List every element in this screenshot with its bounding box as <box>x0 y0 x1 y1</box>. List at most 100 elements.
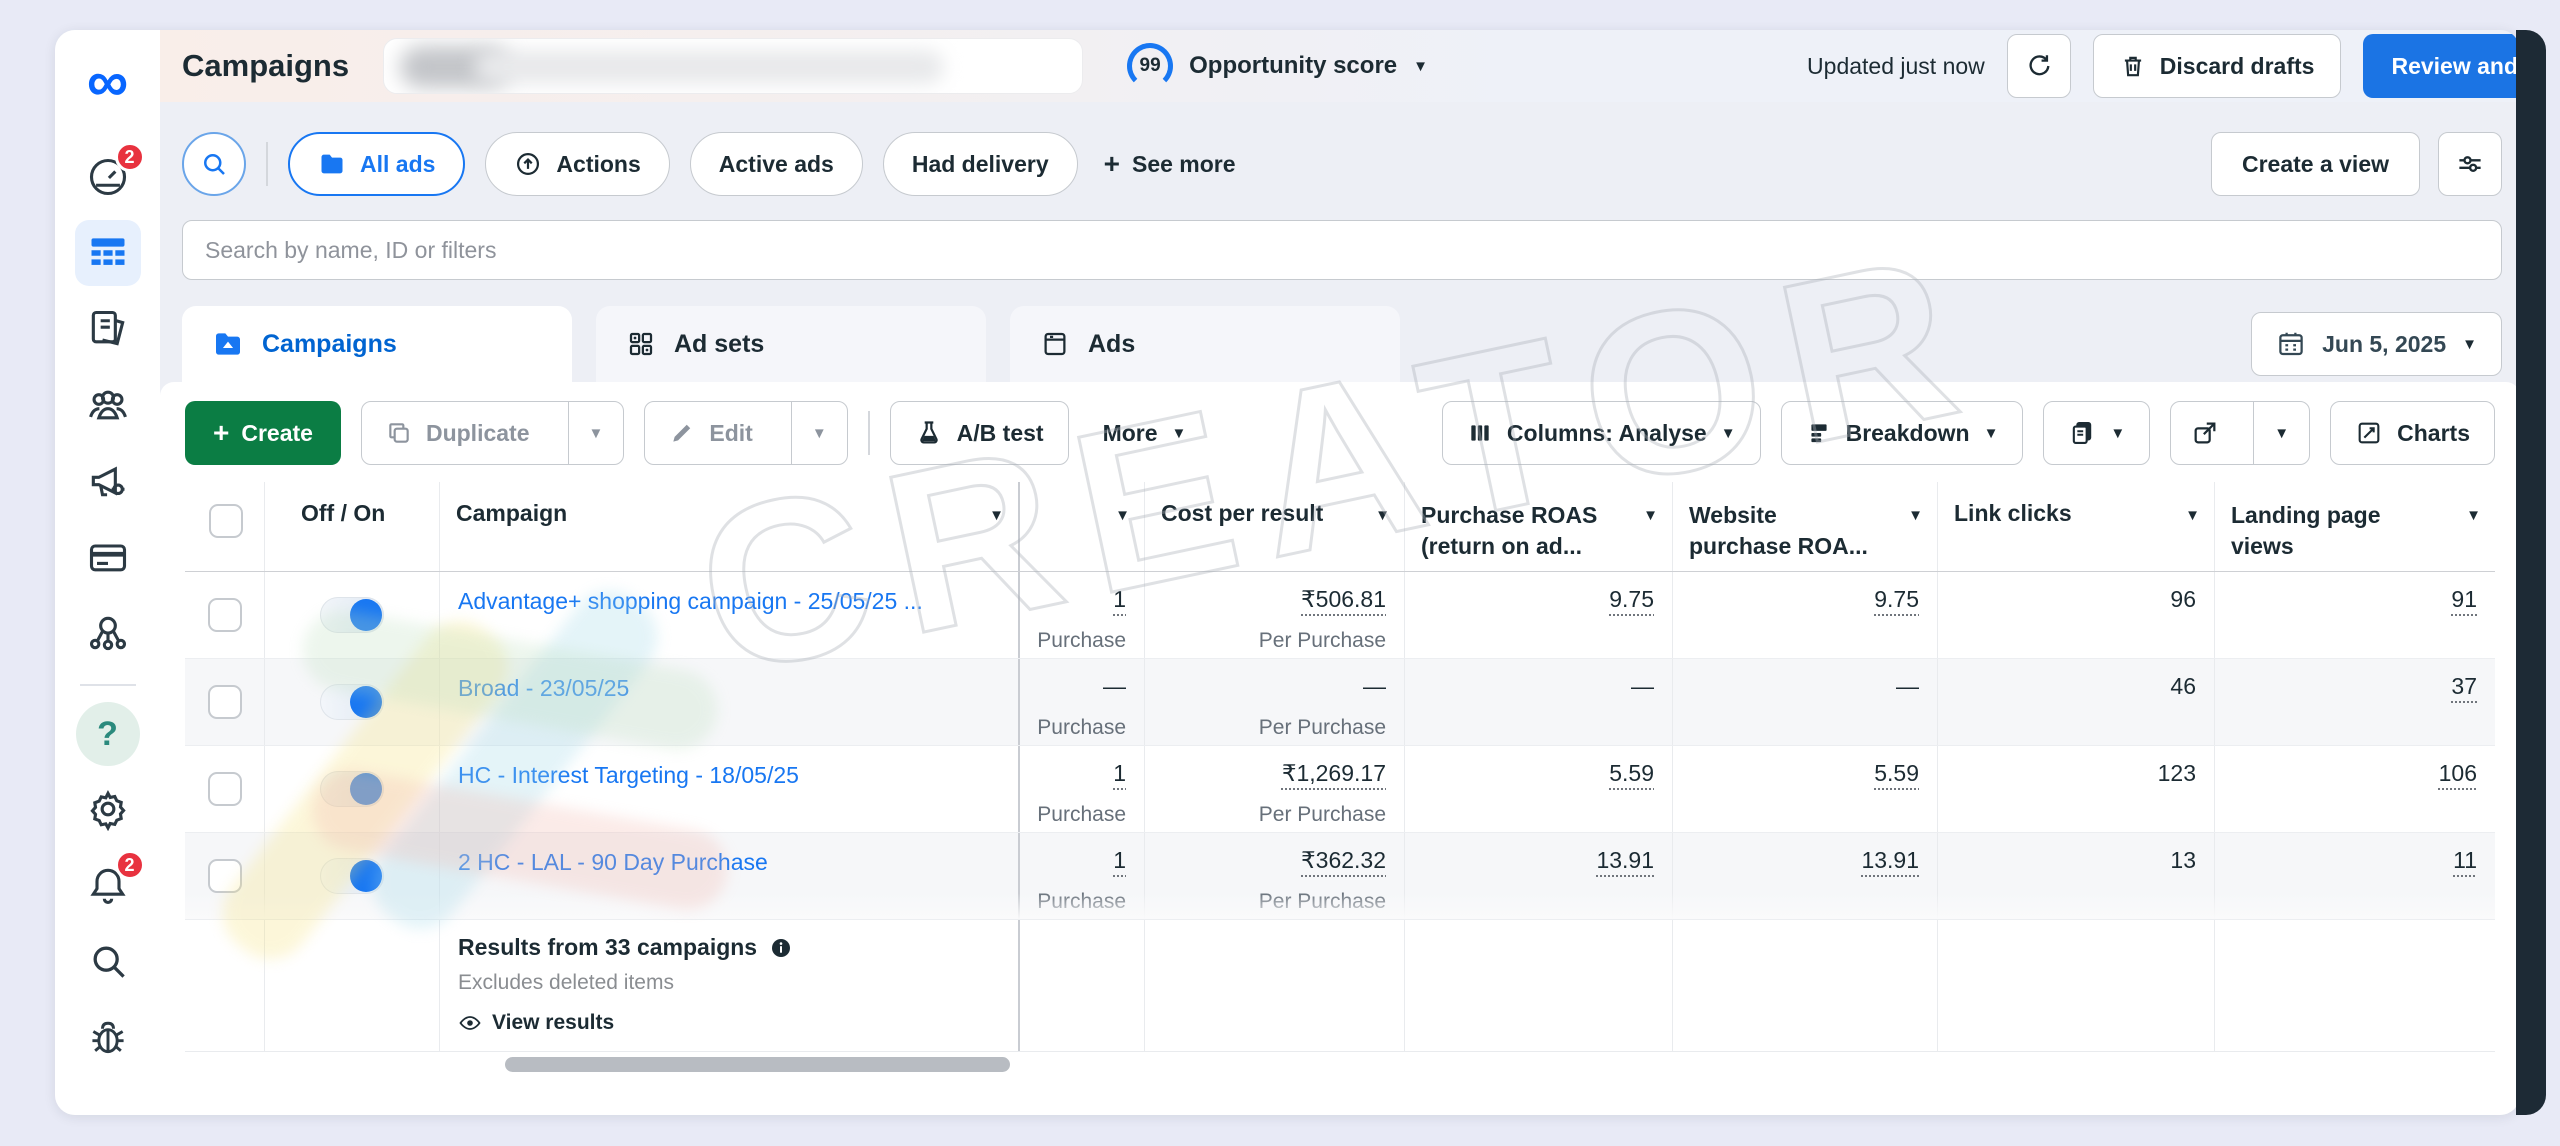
discard-drafts-button[interactable]: Discard drafts <box>2093 34 2342 98</box>
landing-page-views-value[interactable]: 106 <box>2439 760 2477 787</box>
results-value[interactable]: 1 <box>1113 760 1126 787</box>
row-checkbox[interactable] <box>208 685 242 719</box>
view-results-link[interactable]: View results <box>458 1011 1000 1035</box>
sidebar-item-help[interactable]: ? <box>76 702 140 766</box>
export-menu-button[interactable]: ▼ <box>2253 402 2309 464</box>
header-off-on[interactable]: Off / On <box>265 482 440 571</box>
campaign-link[interactable]: Advantage+ shopping campaign - 25/05/25 … <box>458 588 1000 615</box>
results-value[interactable]: 1 <box>1113 847 1126 874</box>
opportunity-score[interactable]: 99 Opportunity score ▼ <box>1127 43 1428 89</box>
cost-sub: Per Purchase <box>1149 890 1386 914</box>
header-label: views <box>2231 531 2381 562</box>
campaign-link[interactable]: 2 HC - LAL - 90 Day Purchase <box>458 849 1000 876</box>
plus-icon: + <box>1104 150 1120 178</box>
roas-value[interactable]: 5.59 <box>1609 760 1654 787</box>
row-checkbox[interactable] <box>208 859 242 893</box>
reports-button[interactable]: ▼ <box>2043 401 2150 465</box>
filter-pill-all-ads[interactable]: All ads <box>288 132 465 196</box>
question-mark-icon: ? <box>97 715 118 754</box>
tab-label: Ad sets <box>674 330 764 359</box>
landing-page-views-value[interactable]: 37 <box>2451 673 2477 700</box>
opportunity-score-label: Opportunity score <box>1189 52 1397 80</box>
sidebar-item-ads-reporting[interactable] <box>75 296 141 362</box>
export-button[interactable] <box>2171 402 2239 464</box>
roas-value[interactable]: 9.75 <box>1609 586 1654 613</box>
top-actions: Updated just now Discard drafts Review a… <box>1807 34 2520 98</box>
info-icon[interactable] <box>769 936 793 960</box>
results-value[interactable]: 1 <box>1113 586 1126 613</box>
campaign-toggle[interactable] <box>320 858 384 894</box>
landing-page-views-value[interactable]: 91 <box>2451 586 2477 613</box>
header-link-clicks[interactable]: Link clicks ▼ <box>1938 482 2215 571</box>
see-more-button[interactable]: + See more <box>1104 150 1236 178</box>
filter-pill-had-delivery[interactable]: Had delivery <box>883 132 1078 196</box>
duplicate-menu-button[interactable]: ▼ <box>568 402 624 464</box>
sidebar-item-settings[interactable] <box>75 776 141 842</box>
charts-button[interactable]: Charts <box>2330 401 2495 465</box>
cost-value[interactable]: ₹362.32 <box>1301 847 1386 874</box>
filter-pill-actions[interactable]: Actions <box>485 132 669 196</box>
sidebar-item-report-bug[interactable] <box>75 1004 141 1070</box>
select-all-checkbox[interactable] <box>209 504 243 538</box>
duplicate-button[interactable]: Duplicate <box>362 402 554 464</box>
sidebar-divider <box>80 684 136 686</box>
row-checkbox[interactable] <box>208 598 242 632</box>
grid-icon <box>626 329 656 359</box>
sidebar-item-audiences[interactable] <box>75 372 141 438</box>
sidebar-item-search[interactable] <box>75 928 141 994</box>
header-select-all <box>185 482 265 571</box>
meta-logo-icon[interactable]: ∞ <box>76 50 140 114</box>
sidebar-item-advertise[interactable] <box>75 448 141 514</box>
tab-ads[interactable]: Ads <box>1010 306 1400 382</box>
edit-button[interactable]: Edit <box>645 402 776 464</box>
sidebar-item-notifications[interactable]: 2 <box>75 852 141 918</box>
website-roas-value[interactable]: 5.59 <box>1874 760 1919 787</box>
filter-search-button[interactable] <box>182 132 246 196</box>
cost-value[interactable]: ₹506.81 <box>1301 586 1386 613</box>
tab-campaigns[interactable]: Campaigns <box>182 306 572 382</box>
campaign-toggle[interactable] <box>320 684 384 720</box>
view-settings-button[interactable] <box>2438 132 2502 196</box>
campaign-toggle[interactable] <box>320 597 384 633</box>
header-cost-per-result[interactable]: Cost per result ▼ <box>1145 482 1405 571</box>
breakdown-button[interactable]: Breakdown ▼ <box>1781 401 2024 465</box>
cost-value[interactable]: ₹1,269.17 <box>1282 760 1386 787</box>
sort-caret-icon: ▼ <box>2466 500 2481 523</box>
sidebar-item-billing[interactable] <box>75 524 141 590</box>
refresh-button[interactable] <box>2007 34 2071 98</box>
header-landing-page-views[interactable]: Landing page views ▼ <box>2215 482 2495 571</box>
create-button[interactable]: + Create <box>185 401 341 465</box>
header-purchase-roas[interactable]: Purchase ROAS (return on ad... ▼ <box>1405 482 1673 571</box>
sidebar-item-campaigns[interactable] <box>75 220 141 286</box>
date-range-picker[interactable]: Jun 5, 2025 ▼ <box>2251 312 2502 376</box>
edit-split-button: Edit ▼ <box>644 401 847 465</box>
level-tabs: Campaigns Ad sets Ads Jun <box>160 306 2520 382</box>
edit-menu-button[interactable]: ▼ <box>791 402 847 464</box>
chevron-down-icon: ▼ <box>2462 337 2477 352</box>
tab-ad-sets[interactable]: Ad sets <box>596 306 986 382</box>
more-button[interactable]: More ▼ <box>1103 420 1187 447</box>
toggle-knob <box>350 860 382 892</box>
website-roas-value[interactable]: 13.91 <box>1861 847 1919 874</box>
row-checkbox[interactable] <box>208 772 242 806</box>
sidebar-item-events-manager[interactable] <box>75 600 141 666</box>
columns-button[interactable]: Columns: Analyse ▼ <box>1442 401 1761 465</box>
ab-test-button[interactable]: A/B test <box>890 401 1069 465</box>
create-a-view-button[interactable]: Create a view <box>2211 132 2420 196</box>
scrollbar-thumb[interactable] <box>505 1057 1010 1072</box>
roas-value[interactable]: 13.91 <box>1596 847 1654 874</box>
campaign-link[interactable]: HC - Interest Targeting - 18/05/25 <box>458 762 1000 789</box>
header-campaign[interactable]: Campaign ▼ <box>440 482 1020 571</box>
export-icon <box>2191 419 2219 447</box>
account-selector[interactable] <box>383 38 1083 94</box>
campaign-toggle[interactable] <box>320 771 384 807</box>
website-roas-value[interactable]: 9.75 <box>1874 586 1919 613</box>
search-input[interactable] <box>182 220 2502 280</box>
landing-page-views-value[interactable]: 11 <box>2453 847 2477 874</box>
review-and-publish-button[interactable]: Review and <box>2363 34 2520 98</box>
sidebar-item-account-overview[interactable]: 2 <box>75 144 141 210</box>
header-website-purchase-roas[interactable]: Website purchase ROA... ▼ <box>1673 482 1938 571</box>
filter-pill-active-ads[interactable]: Active ads <box>690 132 863 196</box>
header-results[interactable]: ▼ <box>1020 482 1145 571</box>
campaign-link[interactable]: Broad - 23/05/25 <box>458 675 1000 702</box>
